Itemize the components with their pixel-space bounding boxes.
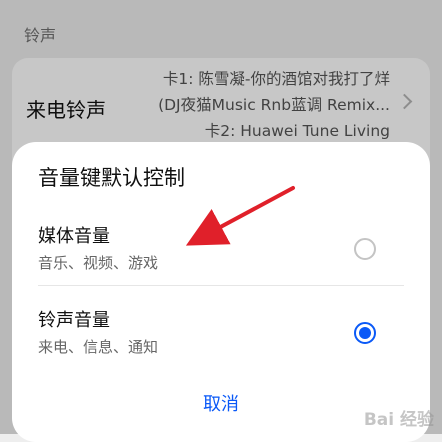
volume-key-dialog: 音量键默认控制 媒体音量 音乐、视频、游戏 铃声音量 来电、信息、通知 取消 [12,142,430,442]
option-title: 铃声音量 [38,310,110,331]
divider [38,285,404,286]
watermark-logo: Bai 经验 [363,410,434,430]
radio-button-media[interactable] [354,238,376,260]
option-subtitle: 音乐、视频、游戏 [38,254,159,272]
option-media-volume[interactable]: 媒体音量 音乐、视频、游戏 [12,214,430,284]
option-title: 媒体音量 [38,226,110,247]
radio-button-ringtone-selected[interactable] [354,322,376,344]
cancel-button[interactable]: 取消 [171,390,271,420]
option-subtitle: 来电、信息、通知 [38,338,159,356]
option-ringtone-volume[interactable]: 铃声音量 来电、信息、通知 [12,298,430,368]
dialog-title: 音量键默认控制 [38,166,185,190]
